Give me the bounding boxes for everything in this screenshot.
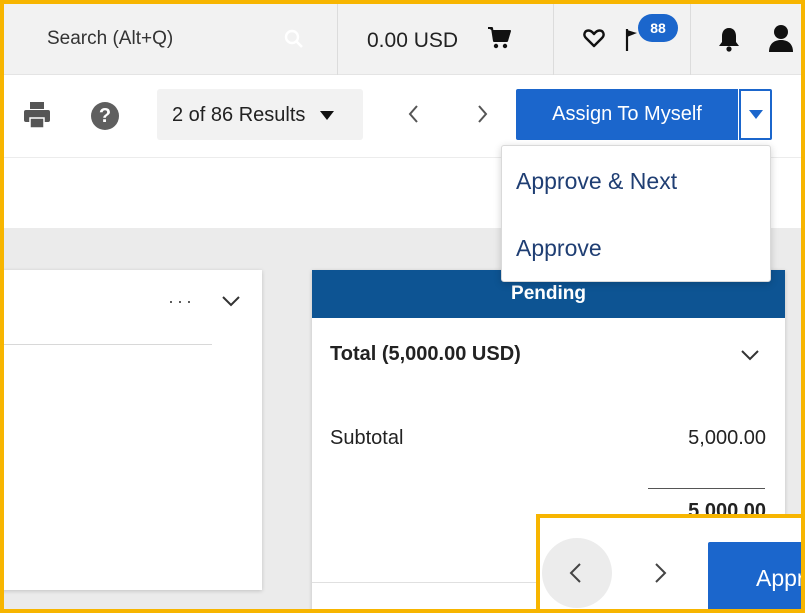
chevron-down-icon[interactable] [220, 294, 242, 308]
cart-amount: 0.00 USD [367, 29, 459, 52]
bottom-approve-button[interactable]: Approve [708, 542, 805, 613]
sum-divider [648, 488, 765, 489]
previous-result-button[interactable] [400, 99, 428, 129]
assign-options-toggle[interactable] [739, 89, 772, 140]
total-label: Total (5,000.00 USD) [330, 343, 521, 365]
top-navigation-bar: Search (Alt+Q) 0.00 USD 88 [0, 0, 805, 75]
bottom-previous-button[interactable] [542, 538, 612, 608]
cart-icon[interactable] [486, 25, 512, 51]
notification-badge: 88 [638, 14, 678, 42]
document-card: ··· [0, 270, 262, 590]
topbar-divider [337, 0, 338, 75]
next-result-button[interactable] [468, 99, 496, 129]
assign-to-myself-button[interactable]: Assign To Myself [516, 89, 738, 140]
results-label: 2 of 86 Results [172, 104, 306, 126]
menu-item-approve[interactable]: Approve [502, 215, 770, 281]
user-icon[interactable] [767, 23, 795, 53]
more-icon[interactable]: ··· [168, 291, 196, 311]
bell-icon[interactable] [716, 25, 742, 53]
heart-icon[interactable] [582, 26, 606, 50]
print-icon[interactable] [22, 100, 52, 130]
caret-down-icon [749, 110, 763, 119]
menu-item-approve-next[interactable]: Approve & Next [502, 148, 770, 214]
chevron-right-icon[interactable] [646, 560, 672, 586]
topbar-divider [690, 0, 691, 75]
caret-down-icon [320, 111, 334, 120]
topbar-divider [553, 0, 554, 75]
search-icon[interactable] [284, 29, 304, 49]
search-placeholder: Search (Alt+Q) [47, 28, 174, 49]
chevron-down-icon[interactable] [740, 348, 760, 362]
chevron-left-icon [569, 563, 581, 583]
bottom-action-bar: Approve [540, 518, 805, 613]
results-dropdown[interactable]: 2 of 86 Results [157, 89, 363, 140]
card-divider [0, 344, 212, 345]
subtotal-value: 5,000.00 [688, 427, 766, 449]
help-icon[interactable]: ? [91, 102, 119, 130]
search-input[interactable]: Search (Alt+Q) [14, 0, 337, 75]
subtotal-label: Subtotal [330, 427, 404, 449]
assign-options-menu: Approve & Next Approve [501, 145, 771, 282]
